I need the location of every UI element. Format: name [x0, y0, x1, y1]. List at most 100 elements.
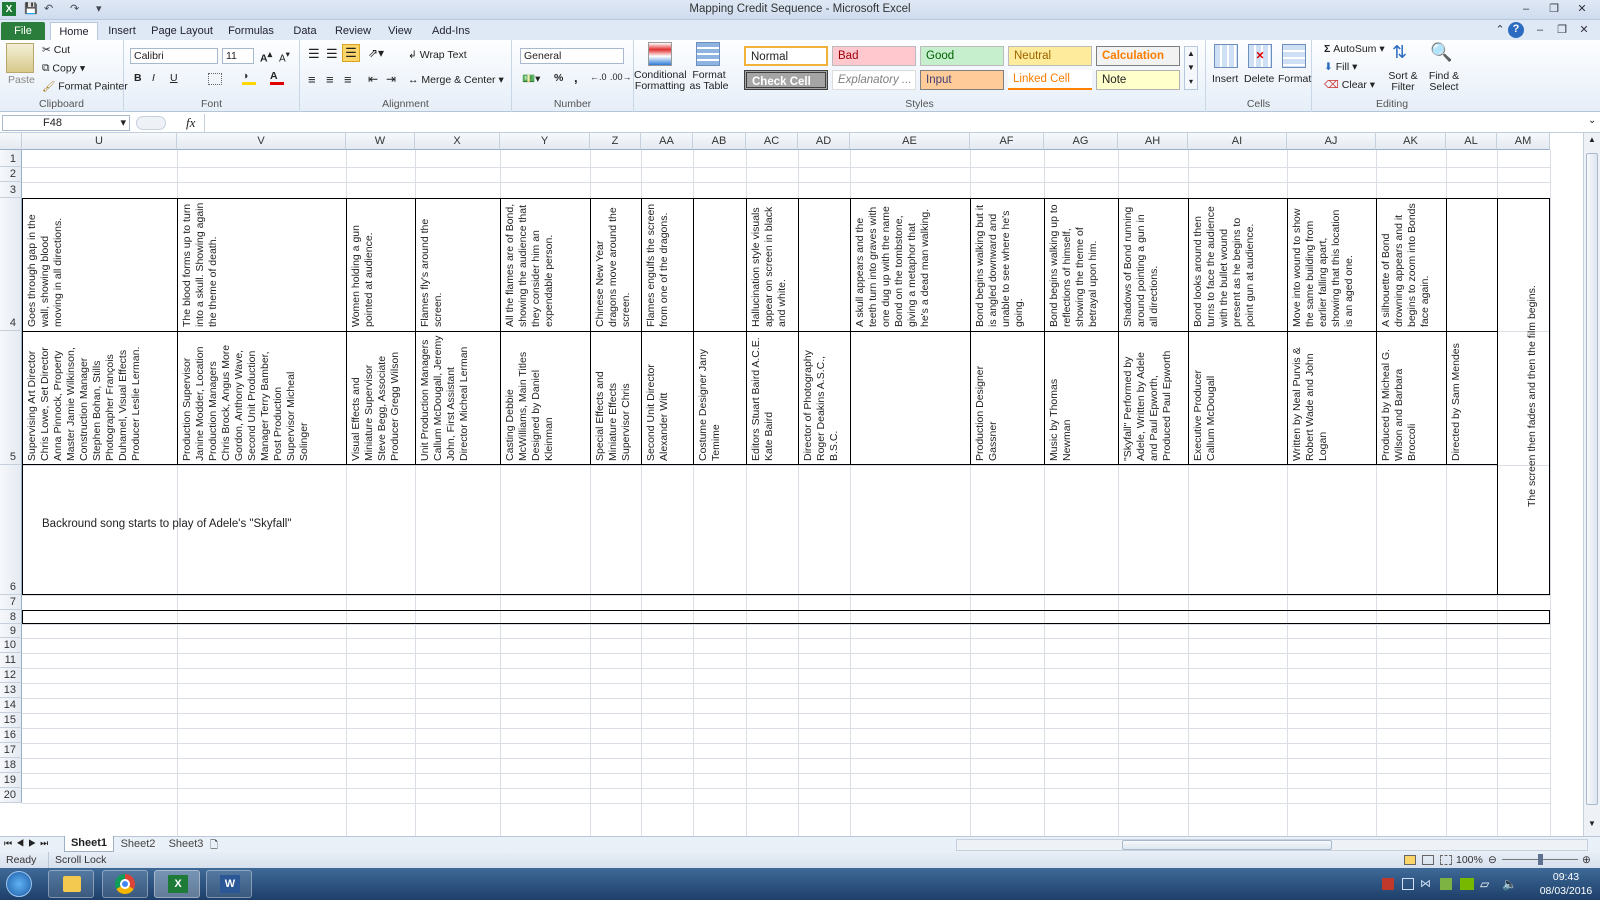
sheet-nav-icon[interactable]: ⏮◀▶⏭ [4, 838, 52, 849]
column-header-ab[interactable]: AB [693, 133, 746, 150]
row-header-19[interactable]: 19 [0, 773, 22, 788]
tab-formulas[interactable]: Formulas [225, 22, 277, 40]
borders-icon[interactable] [208, 73, 222, 85]
style-input[interactable]: Input [920, 70, 1004, 90]
conditional-formatting-icon[interactable] [648, 42, 672, 66]
style-bad[interactable]: Bad [832, 46, 916, 66]
select-all-corner[interactable] [0, 133, 22, 150]
style-calculation[interactable]: Calculation [1096, 46, 1180, 66]
column-header-y[interactable]: Y [500, 133, 590, 150]
zoom-level[interactable]: 100% [1456, 852, 1483, 868]
horizontal-scrollbar[interactable] [956, 839, 1588, 851]
formula-expand-icon[interactable] [136, 116, 166, 130]
row-header-5[interactable]: 5 [0, 331, 22, 465]
paste-button[interactable]: Paste [8, 74, 35, 86]
align-middle-icon[interactable]: ☰ [326, 46, 338, 62]
insert-cells-button[interactable]: Insert [1212, 73, 1238, 85]
row-header-3[interactable]: 3 [0, 182, 22, 198]
tab-page-layout[interactable]: Page Layout [151, 22, 213, 40]
name-box[interactable]: F48 ▾ [2, 115, 130, 131]
column-header-ag[interactable]: AG [1044, 133, 1118, 150]
network-tray-icon[interactable]: ▱ [1480, 877, 1489, 891]
word-taskbar-icon[interactable]: W [206, 870, 252, 898]
currency-icon[interactable]: 💵▾ [522, 72, 540, 85]
column-header-ak[interactable]: AK [1376, 133, 1446, 150]
excel-taskbar-icon[interactable]: X [154, 870, 200, 898]
vertical-scrollbar[interactable]: ▲ ▼ [1583, 133, 1600, 836]
clear-button[interactable]: ⌫ Clear ▾ [1324, 79, 1375, 91]
style-good[interactable]: Good [920, 46, 1004, 66]
grow-font-icon[interactable]: A▴ [260, 49, 272, 65]
tab-data[interactable]: Data [290, 22, 320, 40]
close-icon[interactable]: ✕ [1572, 2, 1592, 17]
tab-home[interactable]: Home [50, 22, 98, 40]
font-name-select[interactable]: Calibri [130, 48, 218, 64]
find-select-button[interactable]: Find & Select [1424, 71, 1464, 93]
acrobat-tray-icon[interactable] [1382, 878, 1394, 890]
row-header-17[interactable]: 17 [0, 743, 22, 758]
scroll-up-icon[interactable]: ▲ [1586, 135, 1598, 148]
fill-button[interactable]: ⬇ Fill ▾ [1324, 61, 1357, 73]
row-header-1[interactable]: 1 [0, 150, 22, 167]
battery-tray-icon[interactable] [1440, 878, 1452, 890]
style-explanatory[interactable]: Explanatory ... [832, 70, 916, 90]
row-header-2[interactable]: 2 [0, 167, 22, 182]
zoom-in-icon[interactable]: ⊕ [1582, 852, 1591, 868]
fill-color-icon[interactable]: ◑ [242, 70, 256, 85]
nvidia-tray-icon[interactable] [1460, 878, 1474, 890]
normal-view-icon[interactable] [1404, 855, 1416, 865]
help-icon[interactable]: ? [1508, 22, 1524, 38]
column-header-u[interactable]: U [22, 133, 177, 150]
increase-decimal-icon[interactable]: ←.0 [590, 72, 607, 82]
format-cells-icon[interactable] [1282, 44, 1306, 68]
italic-button[interactable]: I [152, 72, 155, 84]
column-header-ae[interactable]: AE [850, 133, 970, 150]
increase-indent-icon[interactable]: ⇥ [386, 72, 396, 86]
autosum-button[interactable]: Σ AutoSum ▾ [1324, 43, 1385, 55]
tab-review[interactable]: Review [333, 22, 373, 40]
sheet-tab-2[interactable]: Sheet2 [114, 837, 162, 852]
row-header-13[interactable]: 13 [0, 683, 22, 698]
column-header-w[interactable]: W [346, 133, 415, 150]
column-header-x[interactable]: X [415, 133, 500, 150]
row-header-11[interactable]: 11 [0, 653, 22, 668]
wb-close-icon[interactable]: ✕ [1574, 23, 1594, 38]
insert-cells-icon[interactable] [1214, 44, 1238, 68]
column-header-aj[interactable]: AJ [1287, 133, 1376, 150]
format-as-table-icon[interactable] [696, 42, 720, 66]
underline-button[interactable]: U [170, 72, 178, 84]
percent-button[interactable]: % [554, 72, 563, 84]
paste-icon[interactable] [6, 43, 34, 73]
style-neutral[interactable]: Neutral [1008, 46, 1092, 66]
start-button-icon[interactable] [6, 871, 32, 897]
tab-view[interactable]: View [385, 22, 415, 40]
volume-tray-icon[interactable]: 🔈 [1502, 877, 1517, 891]
format-painter-button[interactable]: 🖌 Format Painter [42, 80, 128, 93]
sort-filter-icon[interactable]: ⇅ [1392, 42, 1407, 63]
row-header-18[interactable]: 18 [0, 758, 22, 773]
align-right-icon[interactable]: ≡ [344, 72, 352, 87]
row-header-6[interactable]: 6 [0, 465, 22, 595]
column-header-ac[interactable]: AC [746, 133, 798, 150]
column-header-ah[interactable]: AH [1118, 133, 1188, 150]
style-linked-cell[interactable]: Linked Cell [1008, 70, 1092, 90]
style-check-cell[interactable]: Check Cell [744, 70, 828, 90]
conditional-formatting-button[interactable]: Conditional Formatting [634, 70, 687, 92]
format-cells-button[interactable]: Format [1278, 73, 1311, 85]
zoom-slider-thumb[interactable] [1538, 854, 1543, 865]
row-header-7[interactable]: 7 [0, 595, 22, 610]
sort-filter-button[interactable]: Sort & Filter [1384, 71, 1422, 93]
row-header-8[interactable]: 8 [0, 610, 22, 624]
align-center-icon[interactable]: ≡ [326, 72, 334, 87]
bold-button[interactable]: B [134, 72, 142, 84]
sheet-tab-1[interactable]: Sheet1 [64, 836, 114, 852]
comma-button[interactable]: , [574, 70, 578, 85]
vertical-scroll-thumb[interactable] [1586, 153, 1598, 805]
align-bottom-icon[interactable]: ☰ [342, 44, 360, 62]
row-header-10[interactable]: 10 [0, 638, 22, 653]
row-header-4[interactable]: 4 [0, 198, 22, 331]
page-break-view-icon[interactable] [1440, 855, 1452, 865]
action-center-tray-icon[interactable] [1402, 878, 1414, 890]
merge-center-button[interactable]: ↔ Merge & Center ▾ [408, 74, 504, 86]
row-header-16[interactable]: 16 [0, 728, 22, 743]
